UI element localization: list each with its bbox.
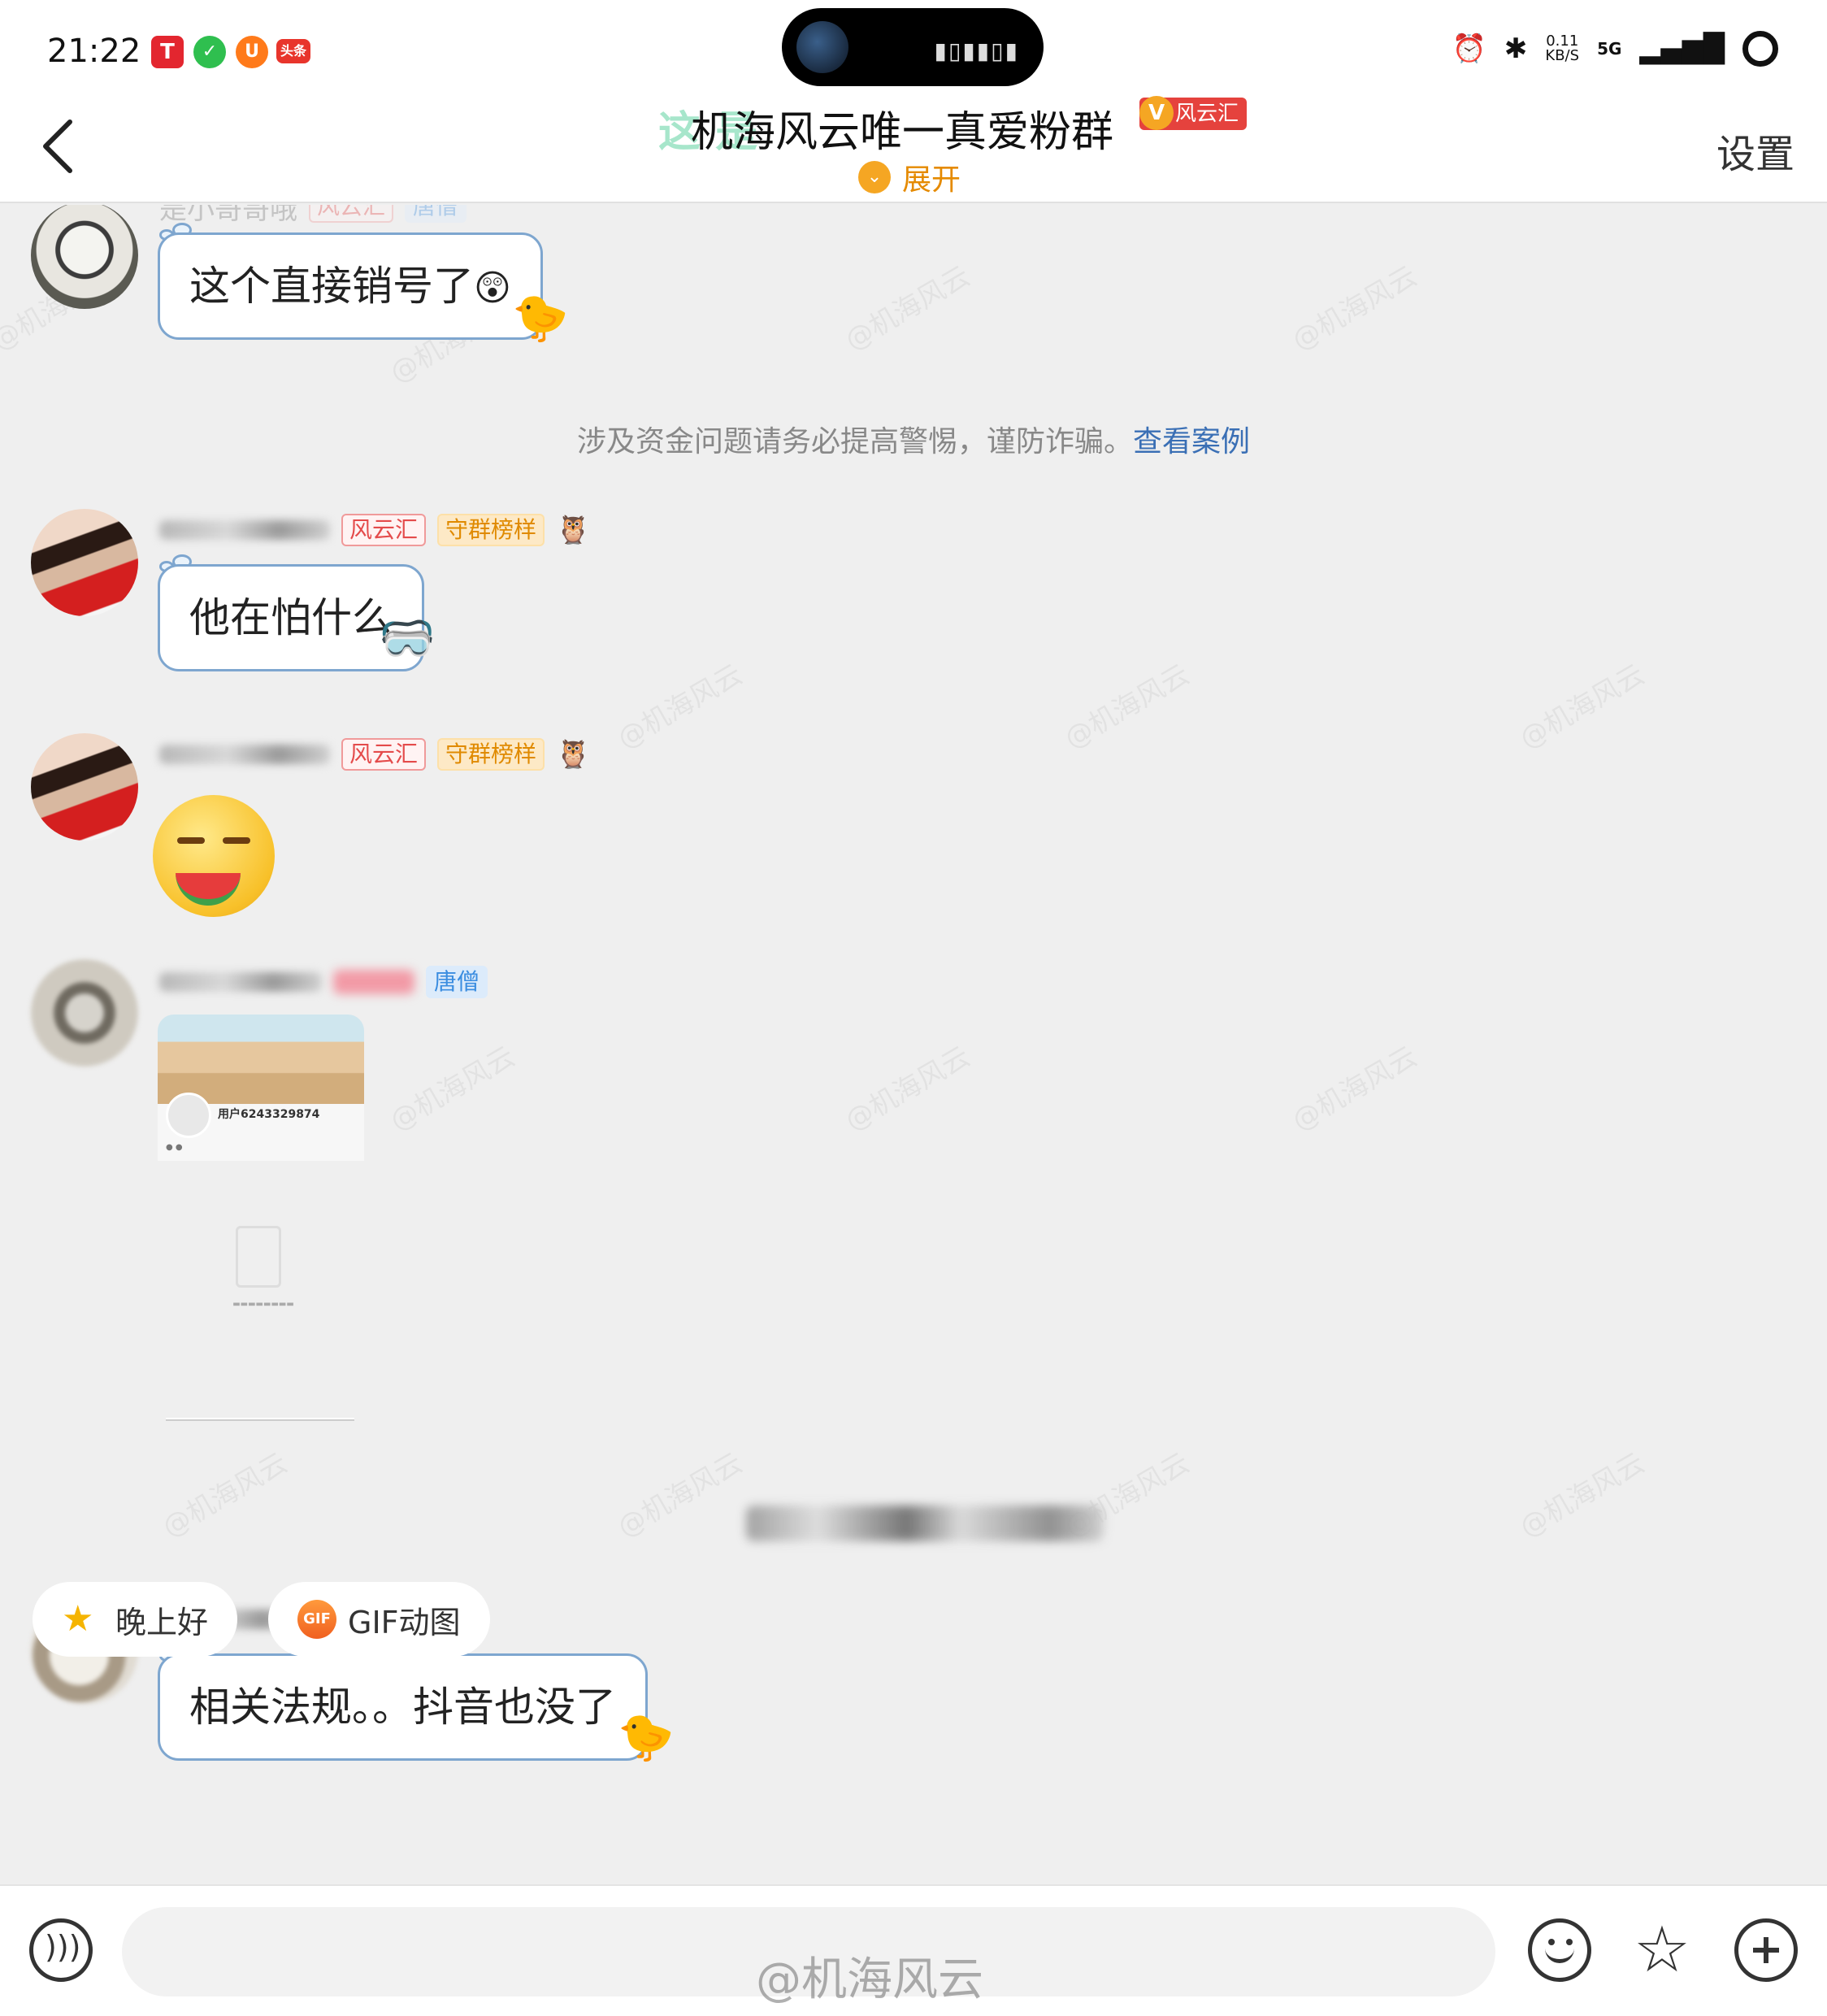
quick-reply-gif[interactable]: GIF GIF动图 [268, 1582, 490, 1657]
bluetooth-icon: ✱ [1504, 33, 1528, 65]
net-speed: 0.11 KB/S [1545, 34, 1579, 63]
status-bar: 21:22 T ✓ U 头条 ▮▯▮▮▯▮ ⏰ ✱ 0.11 KB/S 5G ▂… [0, 0, 1827, 98]
tag-tangseng: 唐僧 [426, 966, 488, 998]
watermark: @机海风云 [1514, 1446, 1651, 1545]
dynamic-island[interactable]: ▮▯▮▮▯▮ [782, 8, 1044, 86]
alarm-icon: ⏰ [1452, 33, 1486, 65]
sender-name-blurred [159, 745, 330, 764]
image-bottom-bar [166, 1418, 354, 1421]
owl-icon: 🦉 [556, 514, 591, 546]
signal-icon: ▂▄▆█ [1639, 33, 1725, 65]
message-text: 他在怕什么 [189, 594, 393, 641]
document-lock-icon [236, 1226, 281, 1288]
message-text: 这个直接销号了 [189, 263, 474, 310]
battery-ring-icon [1742, 31, 1778, 67]
locked-hint: ▬▬▬▬▬▬▬▬ [232, 1300, 294, 1309]
watermark: @机海风云 [840, 1040, 976, 1138]
toutiao-t-app-icon: T [151, 36, 184, 68]
profile-avatar [166, 1093, 211, 1138]
goggles-icon: 🥽 [379, 612, 436, 665]
tag-tangseng: 唐僧 [405, 205, 467, 223]
submarine-icon: 🐤 [512, 292, 569, 345]
submarine-icon: 🐤 [618, 1711, 675, 1764]
notice-text: 涉及资金问题请务必提高警惕，谨防诈骗。 [576, 425, 1133, 458]
watermark: @机海风云 [612, 1446, 749, 1545]
watermark: @机海风云 [384, 1040, 521, 1138]
watermark: @机海风云 [1514, 658, 1651, 756]
owl-icon: 🦉 [556, 738, 591, 771]
emoji-face-icon[interactable] [1528, 1918, 1591, 1982]
quick-reply-label: GIF动图 [348, 1604, 461, 1640]
expand-label: 展开 [902, 163, 961, 197]
back-arrow-icon[interactable] [33, 114, 89, 179]
sender-name-blurred [159, 520, 330, 540]
watermark: @机海风云 [1059, 658, 1196, 756]
avatar[interactable] [31, 959, 138, 1067]
fraud-notice: 涉及资金问题请务必提高警惕，谨防诈骗。查看案例 [0, 418, 1827, 460]
chevron-down-icon: ⌄ [858, 161, 891, 193]
status-time: 21:22 [47, 33, 141, 70]
watermelon-emoji-sticker[interactable] [153, 795, 275, 917]
orange-app-icon: U [236, 36, 268, 68]
star-emoji-icon: ★ [62, 1598, 94, 1640]
sender-meta: 风云汇 守群榜样 🦉 [159, 512, 590, 548]
message-bubble[interactable]: 相关法规。。抖音也没了 [158, 1653, 648, 1761]
quick-reply-label: 晚上好 [115, 1604, 209, 1640]
gif-icon: GIF [297, 1600, 336, 1639]
settings-button[interactable]: 设置 [1716, 122, 1794, 179]
plus-icon[interactable] [1734, 1918, 1798, 1982]
image-profile-card: 用户6243329874 ● ● [158, 1093, 364, 1161]
sticker-star-icon[interactable]: ☆ [1630, 1918, 1694, 1982]
watermark: @机海风云 [612, 658, 749, 756]
message-bubble[interactable]: 这个直接销号了😲 [158, 232, 543, 340]
toutiao-news-app-icon: 头条 [276, 39, 310, 63]
profile-stats: ● ● [166, 1143, 183, 1152]
sender-meta: 是小哥哥哦 风云汇 唐僧 [159, 205, 467, 226]
watermark: @机海风云 [1287, 1040, 1423, 1138]
shield-app-icon: ✓ [193, 36, 226, 68]
voice-input-icon[interactable]: ))) [29, 1918, 93, 1982]
watermark: @机海风云 [1287, 259, 1423, 358]
sender-meta: 唐僧 [159, 964, 488, 1000]
avatar[interactable] [31, 733, 138, 841]
view-cases-link[interactable]: 查看案例 [1133, 425, 1250, 458]
tag-fengyunhui: 风云汇 [341, 738, 427, 771]
tag-fengyunhui: 风云汇 [309, 205, 394, 223]
audio-wave-icon: ▮▯▮▮▯▮ [934, 37, 1019, 64]
watermark: @机海风云 [840, 259, 976, 358]
expand-button[interactable]: ⌄ 展开 [858, 156, 961, 198]
shocked-emoji-icon: 😲 [474, 267, 511, 309]
network-type: 5G [1597, 39, 1622, 59]
sender-meta: 风云汇 守群榜样 🦉 [159, 736, 590, 772]
image-banner [158, 1015, 364, 1104]
watermark: @机海风云 [157, 1446, 293, 1545]
tag-fengyunhui: 风云汇 [341, 514, 427, 546]
group-badge: V 风云汇 [1139, 96, 1248, 130]
chat-header: 这 是 机海风云唯一真爱粉群 V 风云汇 ⌄ 展开 设置 [0, 96, 1827, 203]
blurred-tag [333, 970, 414, 994]
message-text: 相关法规。。抖音也没了 [189, 1684, 616, 1731]
group-title[interactable]: 机海风云唯一真爱粉群 [691, 98, 1113, 159]
media-thumbnail [796, 21, 848, 73]
locked-content: ▬▬▬▬▬▬▬▬ [158, 1161, 364, 1429]
tag-shouqun: 守群榜样 [437, 738, 545, 771]
image-message[interactable]: 用户6243329874 ● ● ▬▬▬▬▬▬▬▬ [158, 1015, 364, 1429]
weibo-watermark: @机海风云 [756, 1953, 983, 2006]
quick-reply-good-evening[interactable]: ★ 晚上好 [33, 1582, 238, 1657]
tag-shouqun: 守群榜样 [437, 514, 545, 546]
blurred-system-message [746, 1505, 1104, 1541]
avatar[interactable] [31, 509, 138, 616]
net-speed-unit: KB/S [1545, 47, 1580, 64]
profile-username: 用户6243329874 [218, 1108, 320, 1121]
group-badge-label: 风云汇 [1175, 102, 1239, 126]
avatar[interactable] [31, 205, 138, 309]
status-right-icons: ⏰ ✱ 0.11 KB/S 5G ▂▄▆█ [1452, 31, 1778, 67]
vip-v-icon: V [1139, 96, 1174, 130]
sender-name-blurred [159, 972, 322, 992]
